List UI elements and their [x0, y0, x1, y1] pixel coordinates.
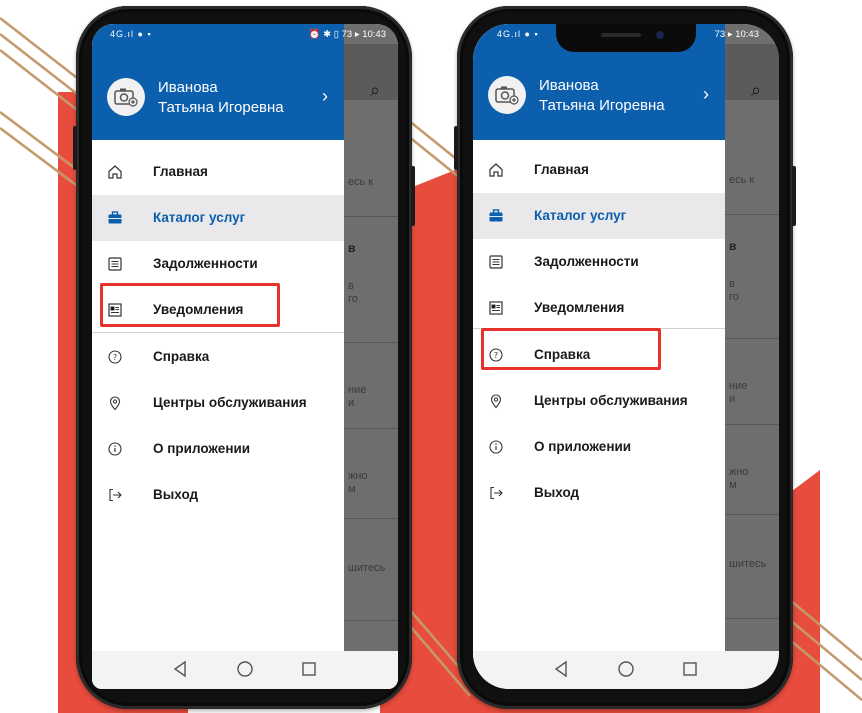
list-icon	[107, 256, 123, 272]
menu-item-debts[interactable]: Задолженности	[473, 239, 725, 285]
menu-item-about[interactable]: О приложении	[92, 426, 344, 472]
list-icon	[488, 254, 504, 270]
background-text: в	[348, 242, 356, 255]
menu-item-label: Главная	[534, 162, 589, 177]
user-name: Иванова Татьяна Игоревна	[539, 76, 665, 116]
menu-item-catalog[interactable]: Каталог услуг	[92, 195, 344, 241]
background-text: жно м	[348, 470, 368, 495]
menu-item-home[interactable]: Главная	[473, 147, 725, 193]
background-text: в го	[348, 280, 358, 305]
menu-item-label: Задолженности	[153, 256, 258, 271]
menu-item-label: Главная	[153, 164, 208, 179]
background-text: ние и	[348, 384, 367, 409]
user-full-name: Татьяна Игоревна	[158, 99, 284, 116]
background-text: шитесь	[729, 558, 767, 570]
speaker-icon	[601, 33, 641, 37]
background-app-content: ⌕ есь к в в го ние и жно м шитесь	[725, 24, 779, 689]
menu-item-label: О приложении	[534, 439, 632, 454]
back-icon[interactable]	[172, 659, 188, 679]
status-left: 4G.ıl ● ▪	[110, 29, 152, 39]
chevron-right-icon[interactable]: ›	[703, 84, 709, 105]
system-nav-bar	[473, 651, 779, 689]
menu-item-label: Каталог услуг	[534, 208, 627, 223]
notification-icon	[488, 300, 504, 316]
chevron-right-icon[interactable]: ›	[322, 86, 328, 107]
status-right: ⏰ ✱ ▯ 73 ▸ 10:43	[308, 29, 386, 40]
status-right: 73 ▸ 10:43	[714, 29, 759, 40]
navigation-drawer: Иванова Татьяна Игоревна › Главная Катало…	[92, 24, 344, 689]
phone-left: ⌕ есь к в в го ние и жно м шитесь Иванов…	[73, 6, 415, 709]
menu-item-about[interactable]: О приложении	[473, 424, 725, 470]
menu-item-label: Выход	[153, 487, 199, 502]
user-name: Иванова Татьяна Игоревна	[158, 78, 284, 118]
user-full-name: Татьяна Игоревна	[539, 97, 665, 114]
recent-apps-icon[interactable]	[681, 659, 699, 679]
help-icon: ?	[107, 349, 123, 365]
menu-item-home[interactable]: Главная	[92, 149, 344, 195]
menu-item-notifications[interactable]: Уведомления	[473, 285, 725, 331]
menu-item-debts[interactable]: Задолженности	[92, 241, 344, 287]
highlight-box	[100, 283, 280, 327]
logout-icon	[107, 487, 123, 503]
background-text: в го	[729, 278, 739, 303]
info-icon	[107, 441, 123, 457]
background-app-content: ⌕ есь к в в го ние и жно м шитесь	[344, 24, 398, 689]
svg-text:?: ?	[113, 353, 117, 362]
menu-item-service-centers[interactable]: Центры обслуживания	[92, 380, 344, 426]
background-text: жно м	[729, 466, 749, 491]
user-first-name: Иванова	[539, 77, 599, 94]
menu-item-label: Центры обслуживания	[153, 395, 307, 410]
search-icon[interactable]: ⌕	[370, 80, 380, 101]
menu-item-logout[interactable]: Выход	[92, 472, 344, 518]
background-text: есь к	[729, 174, 755, 186]
menu-divider	[92, 332, 344, 333]
camera-icon[interactable]	[488, 76, 526, 114]
user-first-name: Иванова	[158, 79, 218, 96]
home-icon	[488, 162, 504, 178]
home-icon	[107, 164, 123, 180]
background-text: в	[729, 240, 737, 253]
home-circle-icon[interactable]	[235, 659, 255, 679]
front-camera-icon	[656, 31, 664, 39]
status-left: 4G.ıl ● ▪	[497, 29, 539, 39]
menu-item-label: Выход	[534, 485, 580, 500]
recent-apps-icon[interactable]	[300, 659, 318, 679]
menu-item-service-centers[interactable]: Центры обслуживания	[473, 378, 725, 424]
logout-icon	[488, 485, 504, 501]
system-nav-bar	[92, 651, 398, 689]
menu-item-label: Справка	[153, 349, 210, 364]
briefcase-icon	[107, 210, 123, 226]
location-icon	[488, 393, 504, 409]
menu-item-label: О приложении	[153, 441, 251, 456]
location-icon	[107, 395, 123, 411]
menu-item-help[interactable]: ? Справка	[92, 334, 344, 380]
home-circle-icon[interactable]	[616, 659, 636, 679]
search-icon[interactable]: ⌕	[751, 80, 761, 101]
back-icon[interactable]	[553, 659, 569, 679]
briefcase-icon	[488, 208, 504, 224]
camera-icon[interactable]	[107, 78, 145, 116]
info-icon	[488, 439, 504, 455]
phone-screen: ⌕ есь к в в го ние и жно м шитесь Иванов…	[473, 24, 779, 689]
highlight-box	[481, 328, 661, 370]
status-bar: 4G.ıl ● ▪ ⏰ ✱ ▯ 73 ▸ 10:43	[92, 24, 398, 44]
menu-item-catalog[interactable]: Каталог услуг	[473, 193, 725, 239]
background-text: шитесь	[348, 562, 386, 574]
phone-notch	[556, 24, 696, 52]
menu-item-label: Задолженности	[534, 254, 639, 269]
phone-screen: ⌕ есь к в в го ние и жно м шитесь Иванов…	[92, 24, 398, 689]
background-text: есь к	[348, 176, 374, 188]
menu-item-label: Уведомления	[534, 300, 625, 315]
background-text: ние и	[729, 380, 748, 405]
menu-item-label: Центры обслуживания	[534, 393, 688, 408]
menu-item-label: Каталог услуг	[153, 210, 246, 225]
menu-item-logout[interactable]: Выход	[473, 470, 725, 516]
phone-right: ⌕ есь к в в го ние и жно м шитесь Иванов…	[454, 6, 796, 709]
